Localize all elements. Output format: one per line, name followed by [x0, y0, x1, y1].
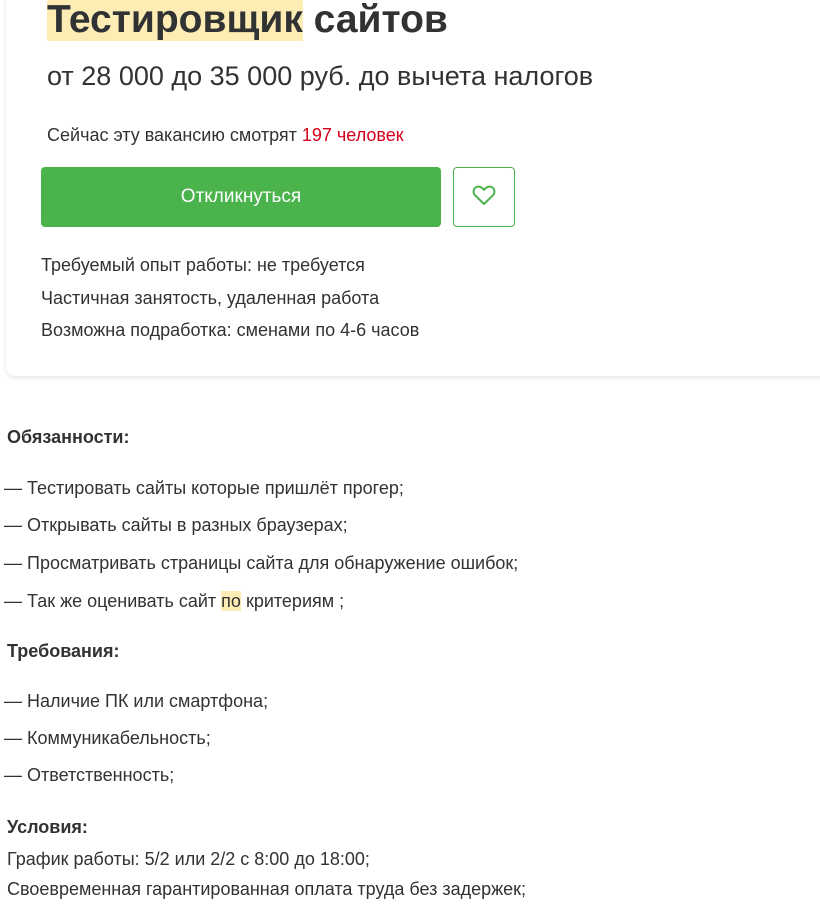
heart-icon [472, 184, 496, 211]
duty-item: — Открывать сайты в разных браузерах; [4, 515, 348, 535]
requirements-title: Требования: [7, 641, 120, 661]
requirement-item: — Ответственность; [4, 765, 175, 785]
viewers-count: 197 человек [301, 125, 404, 145]
duty-item-search-highlight: по [221, 591, 241, 611]
title-search-highlight: Тестировщик [47, 0, 303, 41]
duty-item-after: критериям ; [240, 591, 345, 611]
condition-item: Своевременная гарантированная оплата тру… [7, 879, 527, 899]
schedule-fact: Возможна подработка: сменами по 4-6 часо… [41, 320, 420, 340]
experience-fact: Требуемый опыт работы: не требуется [41, 255, 365, 275]
requirement-item: — Коммуникабельность; [4, 728, 211, 748]
viewers-info: Сейчас эту вакансию смотрят 197 человек [47, 122, 404, 148]
apply-button[interactable]: Откликнуться [41, 167, 441, 227]
conditions-title: Условия: [7, 817, 88, 837]
duties-title: Обязанности: [7, 427, 130, 447]
condition-item: График работы: 5/2 или 2/2 с 8:00 до 18:… [7, 849, 370, 869]
vacancy-facts: Требуемый опыт работы: не требуется Част… [41, 249, 419, 347]
duty-item: — Так же оценивать сайт по критериям ; [4, 588, 344, 614]
viewers-prefix: Сейчас эту вакансию смотрят [47, 125, 302, 145]
requirement-item: — Наличие ПК или смартфона; [4, 691, 269, 711]
vacancy-header-card: Тестировщик сайтов от 28 000 до 35 000 р… [6, 0, 820, 376]
title-rest: сайтов [302, 0, 448, 41]
duty-item-before: — Так же оценивать сайт [4, 591, 222, 611]
duty-item: — Просматривать страницы сайта для обнар… [4, 553, 519, 573]
employment-fact: Частичная занятость, удаленная работа [41, 287, 380, 308]
duty-item: — Тестировать сайты которые пришлёт прог… [4, 478, 404, 498]
favorite-button[interactable] [453, 167, 515, 227]
vacancy-title: Тестировщик сайтов [47, 0, 448, 42]
vacancy-salary: от 28 000 до 35 000 руб. до вычета налог… [47, 61, 594, 91]
